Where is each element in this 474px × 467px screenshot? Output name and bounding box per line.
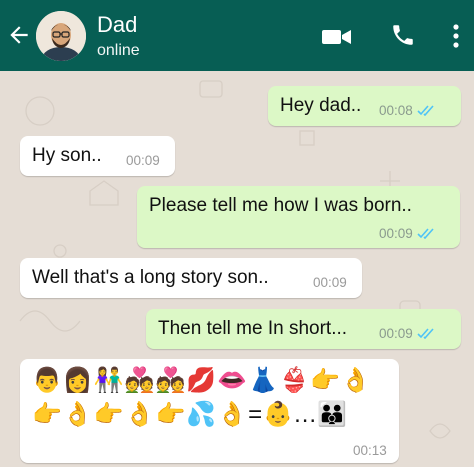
message-meta: 00:09 [379,226,435,241]
message-text: Please tell me how I was born.. [149,195,412,216]
message-time: 00:09 [379,226,413,241]
message-text: Hey dad.. [280,95,362,116]
message-incoming[interactable]: Hy son.. 00:09 [20,136,175,176]
read-receipt-icon [417,328,434,339]
message-time: 00:08 [379,103,413,118]
contact-name[interactable]: Dad [97,12,137,38]
message-text: Then tell me In short... [158,318,348,339]
message-meta: 00:13 [353,443,387,458]
read-receipt-icon [417,105,434,116]
message-outgoing[interactable]: Then tell me In short... 00:09 [146,309,461,349]
emoji-line: 👨👩👫💑💑💋👄👗👙👉👌 [32,367,372,394]
avatar-image [36,11,86,61]
message-time: 00:13 [353,443,387,458]
message-text: Hy son.. [32,145,102,166]
chat-header: Dad online [0,0,474,71]
message-outgoing[interactable]: Please tell me how I was born.. 00:09 [137,186,460,248]
message-time: 00:09 [313,275,347,290]
message-meta: 00:09 [379,326,435,341]
message-outgoing[interactable]: Hey dad.. 00:08 [268,86,461,126]
emoji-line: 👉👌👉👌👉💦👌=👶...👪 [32,401,348,428]
message-time: 00:09 [126,153,160,168]
contact-status: online [97,42,140,59]
message-meta: 00:08 [379,103,435,118]
message-incoming[interactable]: Well that's a long story son.. 00:09 [20,258,362,298]
phone-icon[interactable] [390,22,416,48]
message-meta: 00:09 [313,275,347,290]
message-time: 00:09 [379,326,413,341]
message-meta: 00:09 [126,153,160,168]
message-incoming-emoji[interactable]: 👨👩👫💑💑💋👄👗👙👉👌 👉👌👉👌👉💦👌=👶...👪 00:13 [20,359,399,463]
video-call-icon[interactable] [322,27,352,47]
message-text: Well that's a long story son.. [32,267,269,288]
back-arrow-icon[interactable] [6,22,32,48]
read-receipt-icon [417,228,434,239]
more-vert-icon[interactable] [449,22,463,50]
avatar[interactable] [36,11,86,61]
